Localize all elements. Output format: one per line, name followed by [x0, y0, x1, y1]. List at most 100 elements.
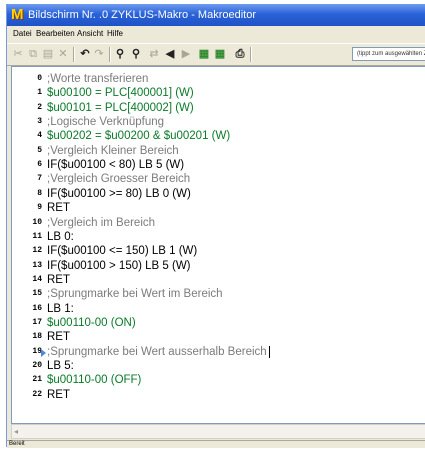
code-line[interactable]: 7 ;Vergleich Groesser Bereich [12, 172, 425, 186]
line-number: 14 [32, 274, 42, 284]
code-text: IF($u00100 < 80) LB 5 (W) [47, 159, 185, 172]
menu-hilfe[interactable]: Hilfe [107, 26, 123, 42]
scroll-left-icon[interactable]: ◂ [14, 426, 24, 438]
print-icon[interactable]: ⎙ [233, 47, 247, 61]
code-text: $u00110-00 (ON) [47, 316, 136, 329]
line-number: 1 [37, 88, 42, 98]
code-line[interactable]: 11 LB 0: [12, 230, 425, 244]
code-text: ;Worte transferieren [47, 73, 149, 85]
line-number: 22 [32, 389, 42, 399]
code-line[interactable]: 8 IF($u00100 >= 80) LB 0 (W) [12, 187, 425, 201]
line-number: 19 [32, 346, 42, 356]
cut-icon[interactable]: ✂ [11, 47, 25, 61]
code-line[interactable]: 4 $u00202 = $u00200 & $u00201 (W) [12, 129, 425, 143]
line-number: 11 [32, 231, 42, 241]
line-number: 6 [37, 160, 42, 170]
line-number: 3 [37, 117, 42, 127]
paste-icon[interactable]: ▤ [41, 47, 55, 61]
insert-2-icon[interactable]: ▦ [213, 47, 227, 61]
undo-icon[interactable]: ↶ [78, 47, 92, 61]
code-text: LB 1: [47, 302, 74, 315]
code-line[interactable]: 5 ;Vergleich Kleiner Bereich [12, 144, 425, 158]
horizontal-scrollbar[interactable]: ◂ [11, 424, 425, 439]
find-icon[interactable]: ⚲ [113, 47, 127, 61]
toolbar: ✂ ⧉ ▤ ✕ ↶ ↷ ⚲ ⚲ ⇄ ◀ ▶ ▦ ▦ ⎙ (tippt zum a… [7, 43, 425, 66]
code-text: ;Vergleich Groesser Bereich [47, 173, 191, 186]
line-number: 4 [37, 131, 42, 141]
code-text: ;Logische Verknüpfung [47, 116, 165, 129]
code-text: $u00110-00 (OFF) [47, 374, 142, 387]
code-text: ;Vergleich im Bereich [47, 216, 156, 229]
code-text: ;Sprungmarke bei Wert im Bereich [47, 288, 223, 301]
window-title: Bildschirm Nr. .0 ZYKLUS-Makro - Makroed… [28, 9, 256, 21]
menu-bar: Datei Bearbeiten Ansicht Hilfe [7, 26, 425, 42]
code-text: ;Vergleich Kleiner Bereich [47, 144, 179, 157]
find-next-icon[interactable]: ⚲ [129, 47, 143, 61]
code-line[interactable]: 2 $u00101 = PLC[400002] (W) [12, 101, 425, 115]
copy-icon[interactable]: ⧉ [26, 47, 40, 61]
code-text: $u00101 = PLC[400002] (W) [47, 101, 194, 114]
code-text: RET [47, 388, 70, 401]
delete-icon[interactable]: ✕ [56, 47, 70, 61]
line-number: 20 [32, 361, 42, 370]
code-text: RET [47, 202, 70, 215]
makro-editor-window: M Bildschirm Nr. .0 ZYKLUS-Makro - Makro… [6, 4, 425, 448]
code-line[interactable]: 12 IF($u00100 <= 150) LB 1 (W) [12, 244, 425, 258]
title-bar[interactable]: M Bildschirm Nr. .0 ZYKLUS-Makro - Makro… [7, 4, 425, 26]
code-line[interactable]: 1 $u00100 = PLC[400001] (W) [12, 86, 425, 100]
code-text: IF($u00100 > 150) LB 5 (W) [47, 259, 191, 272]
code-text: RET [47, 331, 70, 344]
code-text: $u00202 = $u00200 & $u00201 (W) [47, 130, 231, 143]
code-text: LB 0: [47, 230, 74, 243]
text-caret [269, 345, 270, 358]
replace-icon[interactable]: ⇄ [147, 47, 161, 61]
line-number: 0 [37, 74, 42, 83]
code-line[interactable]: 18 RET [12, 330, 425, 344]
menu-ansicht[interactable]: Ansicht [77, 26, 103, 42]
line-number: 9 [37, 203, 42, 213]
prev-icon[interactable]: ◀ [163, 47, 177, 61]
toolbar-separator [73, 47, 75, 62]
line-number: 17 [32, 317, 42, 327]
insert-icon[interactable]: ▦ [197, 47, 211, 61]
code-line[interactable]: 13 IF($u00100 > 150) LB 5 (W) [12, 259, 425, 273]
current-line-marker-icon [41, 348, 46, 357]
code-text: $u00100 = PLC[400001] (W) [47, 87, 194, 100]
menu-datei[interactable]: Datei [13, 26, 32, 42]
search-input[interactable]: (tippt zum ausgewählten Ziel) [352, 47, 425, 61]
code-line[interactable]: 0 ;Worte transferieren [12, 72, 425, 86]
line-number: 18 [32, 332, 42, 342]
code-line[interactable]: 20 LB 5: [12, 359, 425, 373]
line-number: 2 [37, 102, 42, 112]
code-line[interactable]: 19 ;Sprungmarke bei Wert ausserhalb Berei… [12, 345, 425, 359]
code-text: ;Sprungmarke bei Wert ausserhalb Bereich [47, 345, 267, 358]
code-line[interactable]: 21 $u00110-00 (OFF) [12, 373, 425, 387]
line-number: 7 [37, 174, 42, 184]
code-line[interactable]: 9 RET [12, 201, 425, 215]
toolbar-separator [109, 47, 111, 62]
line-number: 21 [32, 375, 42, 385]
line-number: 15 [32, 289, 42, 299]
next-icon[interactable]: ▶ [179, 47, 193, 61]
code-text: RET [47, 273, 70, 286]
line-number: 8 [37, 188, 42, 198]
code-line[interactable]: 14 RET [12, 273, 425, 287]
code-text: IF($u00100 >= 80) LB 0 (W) [47, 187, 191, 200]
code-line[interactable]: 22 RET [12, 388, 425, 402]
line-number: 12 [32, 246, 42, 256]
status-bar: Bereit [7, 440, 425, 448]
code-line[interactable]: 10 ;Vergleich im Bereich [12, 216, 425, 230]
code-line[interactable]: 15 ;Sprungmarke bei Wert im Bereich [12, 287, 425, 301]
code-line[interactable]: 6 IF($u00100 < 80) LB 5 (W) [12, 158, 425, 172]
menu-bearbeiten[interactable]: Bearbeiten [36, 26, 75, 42]
code-line[interactable]: 3 ;Logische Verknüpfung [12, 115, 425, 129]
code-text: LB 5: [47, 360, 74, 372]
code-line[interactable]: 17 $u00110-00 (ON) [12, 316, 425, 330]
code-line[interactable]: 16 LB 1: [12, 302, 425, 316]
app-logo-icon: M [11, 6, 24, 23]
code-editor[interactable]: 0 ;Worte transferieren 1 $u00100 = PLC[4000… [11, 66, 425, 424]
toolbar-separator [250, 47, 252, 62]
line-number: 16 [32, 303, 42, 313]
redo-icon[interactable]: ↷ [92, 47, 106, 61]
status-text: Bereit [9, 441, 25, 447]
